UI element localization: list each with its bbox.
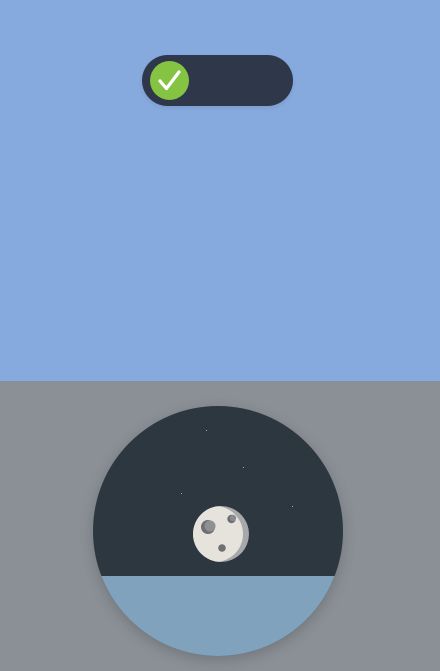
star (292, 506, 293, 507)
water (93, 576, 343, 656)
toggle-knob[interactable] (150, 61, 189, 100)
star (181, 493, 182, 494)
star (243, 467, 244, 468)
toggle-switch[interactable] (142, 55, 293, 106)
star (206, 430, 207, 431)
check-icon (158, 70, 181, 91)
night-scene (93, 406, 343, 656)
page (0, 0, 440, 671)
moon-icon (193, 506, 249, 562)
